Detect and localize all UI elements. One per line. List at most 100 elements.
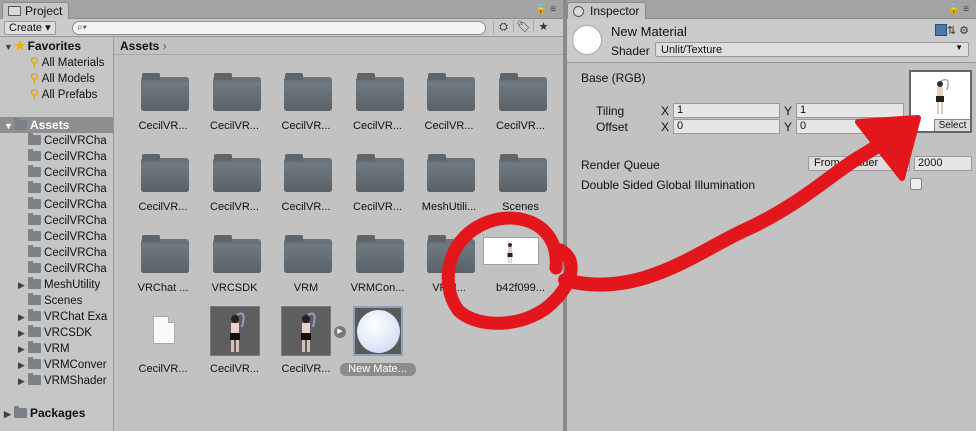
folder-icon bbox=[28, 325, 41, 337]
tree-folder-item[interactable]: ▶ VRMConver bbox=[18, 357, 107, 373]
panel-menu-icons[interactable]: 🔒≡ bbox=[535, 4, 559, 15]
folder-asset[interactable]: VRMCon... bbox=[342, 235, 414, 311]
folder-asset[interactable]: CecilVR... bbox=[485, 73, 557, 149]
collapse-triangle-icon[interactable]: ▶ bbox=[18, 341, 28, 357]
tree-assets[interactable]: ▼ Assets bbox=[0, 117, 113, 134]
tree-fav-item[interactable]: ⚲ All Prefabs bbox=[30, 86, 97, 102]
offset-x-field[interactable]: 0 bbox=[673, 119, 780, 134]
search-input[interactable]: ⌕▾ bbox=[72, 21, 486, 35]
shader-dropdown[interactable]: Unlit/Texture ▼ bbox=[655, 42, 969, 57]
breadcrumb-assets[interactable]: Assets bbox=[120, 39, 159, 53]
folder-icon bbox=[28, 149, 41, 161]
info-icon bbox=[573, 6, 584, 17]
folder-asset[interactable]: Scenes bbox=[485, 154, 557, 230]
material-header: New Material Shader Unlit/Texture ▼ ⇅⚙ bbox=[567, 19, 976, 63]
render-queue-dropdown[interactable]: From Shader bbox=[808, 156, 910, 171]
model-asset[interactable]: ▶ CecilVR... bbox=[270, 306, 346, 392]
tree-favorites[interactable]: ▼★ Favorites bbox=[4, 38, 81, 54]
breadcrumb[interactable]: Assets › bbox=[114, 37, 563, 55]
tree-folder-label: CecilVRCha bbox=[44, 151, 107, 163]
panel-menu-icons[interactable]: 🔒≡ bbox=[948, 4, 972, 15]
expand-triangle-icon[interactable]: ▼ bbox=[4, 118, 14, 134]
tree-folder-item[interactable]: Scenes bbox=[18, 293, 82, 309]
texture-thumbnail-icon bbox=[482, 237, 539, 265]
tree-fav-item[interactable]: ⚲ All Models bbox=[30, 70, 95, 86]
tiling-x-field[interactable]: 1 bbox=[673, 103, 780, 118]
folder-asset[interactable]: CecilVR... bbox=[342, 73, 414, 149]
folder-tree: ▼★ Favorites ⚲ All Materials ⚲ All Models ⚲… bbox=[0, 37, 114, 431]
filter-by-label-icon[interactable]: 🏷 bbox=[513, 20, 533, 33]
select-texture-button[interactable]: Select bbox=[934, 119, 970, 131]
tree-folder-label: Scenes bbox=[44, 295, 83, 307]
tree-fav-label: All Materials bbox=[41, 57, 105, 69]
folder-asset[interactable]: VRM... bbox=[413, 235, 485, 311]
collapse-triangle-icon[interactable]: ▶ bbox=[18, 373, 28, 389]
collapse-triangle-icon[interactable]: ▶ bbox=[18, 357, 28, 373]
file-asset[interactable]: CecilVR... bbox=[127, 316, 199, 392]
tree-folder-item[interactable]: CecilVRCha bbox=[18, 261, 107, 277]
tree-folder-item[interactable]: CecilVRCha bbox=[18, 133, 107, 149]
tree-folder-label: CecilVRCha bbox=[44, 247, 107, 259]
tree-packages[interactable]: ▶ Packages bbox=[4, 405, 85, 421]
texture-slot[interactable]: Select bbox=[909, 70, 972, 133]
folder-icon bbox=[141, 235, 189, 273]
collapse-triangle-icon[interactable]: ▶ bbox=[18, 277, 28, 293]
folder-asset[interactable]: CecilVR... bbox=[127, 73, 199, 149]
tree-folder-label: CecilVRCha bbox=[44, 183, 107, 195]
folder-asset[interactable]: MeshUtili... bbox=[413, 154, 485, 230]
folder-icon bbox=[28, 261, 41, 273]
tree-folder-item[interactable]: ▶ VRCSDK bbox=[18, 325, 92, 341]
collapse-triangle-icon[interactable]: ▶ bbox=[18, 325, 28, 341]
tree-folder-item[interactable]: ▶ VRMShader bbox=[18, 373, 107, 389]
tree-folder-item[interactable]: CecilVRCha bbox=[18, 197, 107, 213]
filter-by-type-icon[interactable]: ⛭ bbox=[493, 21, 513, 34]
folder-icon bbox=[28, 309, 41, 321]
folder-icon bbox=[355, 235, 404, 273]
header-icons: ⇅⚙ bbox=[934, 24, 972, 37]
tree-fav-item[interactable]: ⚲ All Materials bbox=[30, 54, 104, 70]
tree-folder-item[interactable]: CecilVRCha bbox=[18, 165, 107, 181]
expand-triangle-icon[interactable]: ▼ bbox=[4, 39, 14, 55]
tiling-y-field[interactable]: 1 bbox=[796, 103, 904, 118]
offset-y-label: Y bbox=[784, 120, 793, 134]
folder-asset[interactable]: VRCSDK bbox=[199, 235, 271, 311]
tab-inspector[interactable]: Inspector bbox=[567, 2, 647, 19]
favorite-star-icon[interactable]: ★ bbox=[533, 20, 553, 33]
folder-icon bbox=[141, 154, 189, 192]
offset-y-field[interactable]: 0 bbox=[796, 119, 904, 134]
preset-icon[interactable]: ⇅ bbox=[947, 25, 959, 37]
folder-asset[interactable]: CecilVR... bbox=[199, 154, 271, 230]
help-book-icon[interactable] bbox=[934, 24, 947, 36]
folder-asset[interactable]: CecilVR... bbox=[342, 154, 414, 230]
tree-folder-item[interactable]: CecilVRCha bbox=[18, 245, 107, 261]
collapse-triangle-icon[interactable]: ▶ bbox=[4, 406, 14, 422]
inspector-panel: Inspector 🔒≡ New Material Shader Unlit/T… bbox=[567, 0, 976, 431]
model-asset[interactable]: CecilVR... bbox=[199, 306, 271, 392]
folder-asset[interactable]: VRM bbox=[270, 235, 342, 311]
tree-folder-item[interactable]: ▶ MeshUtility bbox=[18, 277, 100, 293]
dsgi-checkbox[interactable] bbox=[910, 178, 922, 190]
folder-asset[interactable]: CecilVR... bbox=[127, 154, 199, 230]
folder-asset[interactable]: VRChat ... bbox=[127, 235, 199, 311]
collapse-triangle-icon[interactable]: ▶ bbox=[18, 309, 28, 325]
tree-folder-item[interactable]: CecilVRCha bbox=[18, 213, 107, 229]
model-thumbnail-icon bbox=[281, 306, 331, 356]
tree-folder-item[interactable]: CecilVRCha bbox=[18, 149, 107, 165]
tree-folder-item[interactable]: CecilVRCha bbox=[18, 229, 107, 245]
tree-folder-item[interactable]: CecilVRCha bbox=[18, 181, 107, 197]
tab-project[interactable]: Project bbox=[2, 2, 70, 19]
folder-icon bbox=[141, 73, 189, 111]
folder-asset[interactable]: CecilVR... bbox=[270, 154, 342, 230]
material-asset[interactable]: New Mate... bbox=[339, 306, 416, 392]
tree-folder-item[interactable]: ▶ VRM bbox=[18, 341, 70, 357]
folder-asset[interactable]: CecilVR... bbox=[199, 73, 271, 149]
texture-asset[interactable]: b42f099... bbox=[482, 235, 557, 311]
render-queue-value[interactable]: 2000 bbox=[914, 156, 972, 171]
folder-icon bbox=[355, 154, 404, 192]
folder-asset[interactable]: CecilVR... bbox=[270, 73, 342, 149]
folder-asset[interactable]: CecilVR... bbox=[413, 73, 485, 149]
tree-folder-item[interactable]: ▶ VRChat Exa bbox=[18, 309, 107, 325]
gear-icon[interactable]: ⚙ bbox=[959, 25, 972, 37]
folder-icon bbox=[427, 235, 475, 273]
create-dropdown[interactable]: Create ▾ bbox=[4, 21, 56, 35]
